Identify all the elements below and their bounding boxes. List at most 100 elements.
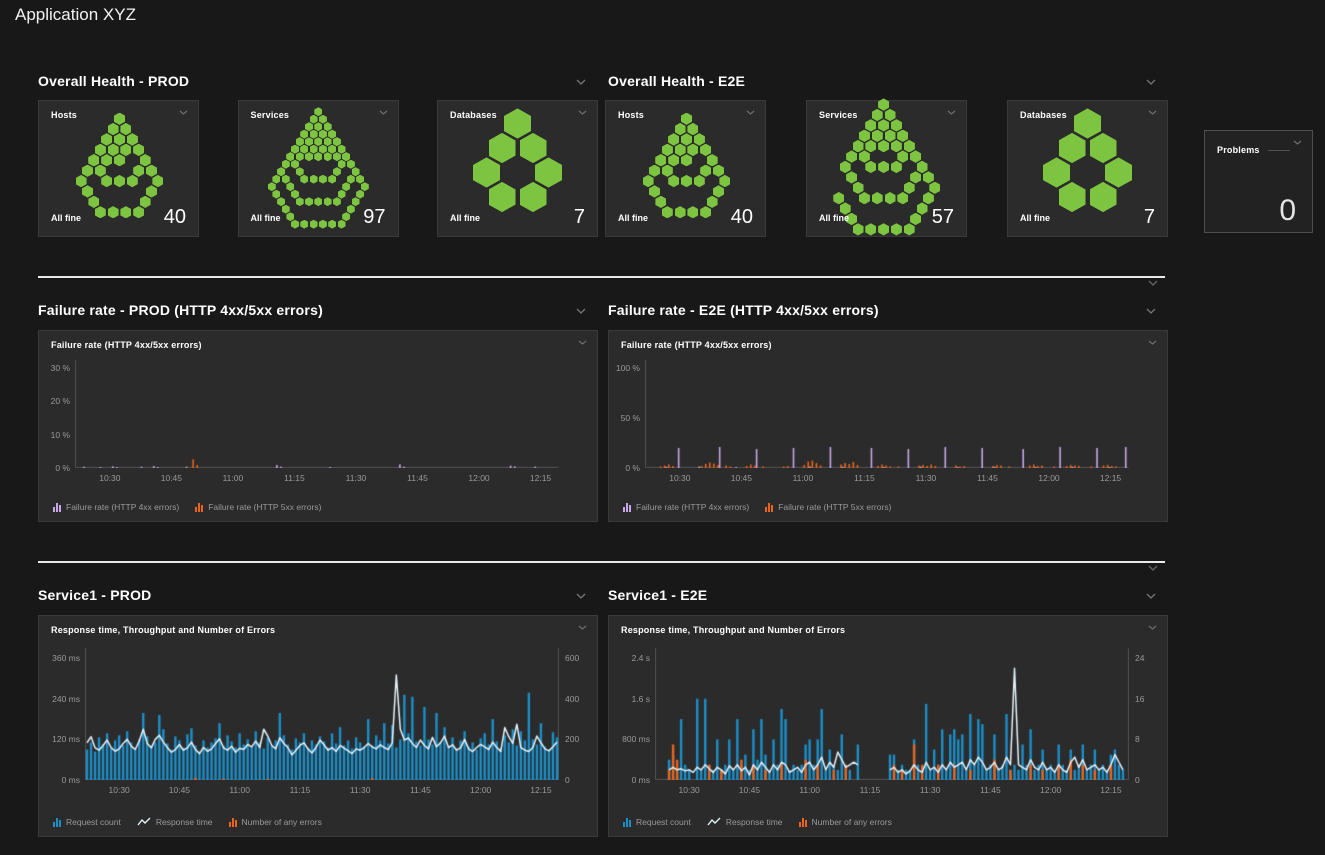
healthy-hexagon[interactable] — [489, 182, 516, 212]
healthy-hexagon[interactable] — [82, 185, 93, 197]
healthy-hexagon[interactable] — [95, 144, 106, 156]
chart-tile-failure-e2e[interactable]: Failure rate (HTTP 4xx/5xx errors) 0 %50… — [608, 330, 1168, 522]
healthy-hexagon[interactable] — [328, 220, 336, 229]
healthy-hexagon[interactable] — [489, 133, 516, 163]
healthy-hexagon[interactable] — [520, 182, 547, 212]
healthy-hexagon[interactable] — [675, 206, 686, 218]
healthy-hexagon[interactable] — [328, 130, 336, 139]
healthy-hexagon[interactable] — [296, 137, 304, 146]
legend-item[interactable]: Response time — [707, 817, 783, 827]
healthy-hexagon[interactable] — [668, 133, 679, 145]
healthy-hexagon[interactable] — [885, 192, 896, 204]
healthy-hexagon[interactable] — [923, 192, 934, 204]
healthy-hexagon[interactable] — [859, 150, 870, 162]
healthy-hexagon[interactable] — [277, 197, 285, 206]
healthy-hexagon[interactable] — [114, 154, 125, 166]
healthy-hexagon[interactable] — [675, 123, 686, 135]
chevron-down-icon[interactable] — [576, 593, 586, 599]
healthy-hexagon[interactable] — [713, 165, 724, 177]
healthy-hexagon[interactable] — [101, 133, 112, 145]
chart-tile-service-e2e[interactable]: Response time, Throughput and Number of … — [608, 615, 1168, 837]
healthy-hexagon[interactable] — [268, 182, 276, 191]
healthy-hexagon[interactable] — [694, 133, 705, 145]
healthy-hexagon[interactable] — [286, 182, 294, 191]
healthy-hexagon[interactable] — [338, 145, 346, 154]
healthy-hexagon[interactable] — [649, 185, 660, 197]
service-e2e-chart[interactable]: 0 ms800 ms1.6 s2.4 s08162410:3010:4511:0… — [655, 646, 1129, 780]
health-tile[interactable]: Databases All fine 7 — [1007, 100, 1168, 237]
chevron-down-icon[interactable] — [179, 110, 188, 115]
healthy-hexagon[interactable] — [681, 175, 692, 187]
healthy-hexagon[interactable] — [314, 197, 322, 206]
healthy-hexagon[interactable] — [356, 175, 364, 184]
healthy-hexagon[interactable] — [668, 175, 679, 187]
healthy-hexagon[interactable] — [694, 175, 705, 187]
healthy-hexagon[interactable] — [310, 175, 318, 184]
healthy-hexagon[interactable] — [917, 202, 928, 214]
healthy-hexagon[interactable] — [296, 197, 304, 206]
failure-rate-prod-chart[interactable]: 0 %10 %20 %30 %10:3010:4511:0011:1511:30… — [75, 358, 559, 468]
healthy-hexagon[interactable] — [291, 190, 299, 199]
legend-item[interactable]: Failure rate (HTTP 4xx errors) — [623, 502, 749, 512]
healthy-hexagon[interactable] — [300, 175, 308, 184]
healthy-hexagon[interactable] — [272, 190, 280, 199]
healthy-hexagon[interactable] — [108, 123, 119, 135]
healthy-hexagon[interactable] — [101, 154, 112, 166]
healthy-hexagon[interactable] — [286, 212, 294, 221]
chevron-down-icon[interactable] — [947, 110, 956, 115]
healthy-hexagon[interactable] — [114, 175, 125, 187]
healthy-hexagon[interactable] — [853, 182, 864, 194]
healthy-hexagon[interactable] — [108, 206, 119, 218]
healthy-hexagon[interactable] — [878, 223, 889, 235]
healthy-hexagon[interactable] — [904, 223, 915, 235]
healthy-hexagon[interactable] — [923, 171, 934, 183]
healthy-hexagon[interactable] — [310, 130, 318, 139]
healthy-hexagon[interactable] — [846, 171, 857, 183]
healthy-hexagon[interactable] — [840, 161, 851, 173]
healthy-hexagon[interactable] — [878, 161, 889, 173]
healthy-hexagon[interactable] — [314, 152, 322, 161]
healthy-hexagon[interactable] — [333, 152, 341, 161]
healthy-hexagon[interactable] — [338, 190, 346, 199]
failure-rate-e2e-chart[interactable]: 0 %50 %100 %10:3010:4511:0011:1511:3011:… — [645, 358, 1129, 468]
healthy-hexagon[interactable] — [314, 122, 322, 131]
chevron-down-icon[interactable] — [746, 110, 755, 115]
healthy-hexagon[interactable] — [681, 133, 692, 145]
healthy-hexagon[interactable] — [319, 130, 327, 139]
healthy-hexagon[interactable] — [878, 140, 889, 152]
healthy-hexagon[interactable] — [347, 205, 355, 214]
healthy-hexagon[interactable] — [305, 197, 313, 206]
healthy-hexagon[interactable] — [520, 133, 547, 163]
healthy-hexagon[interactable] — [655, 196, 666, 208]
healthy-hexagon[interactable] — [662, 144, 673, 156]
chevron-down-icon[interactable] — [1146, 593, 1156, 599]
healthy-hexagon[interactable] — [891, 119, 902, 131]
healthy-hexagon[interactable] — [95, 206, 106, 218]
healthy-hexagon[interactable] — [88, 154, 99, 166]
healthy-hexagon[interactable] — [662, 206, 673, 218]
chevron-down-icon[interactable] — [1146, 79, 1156, 85]
healthy-hexagon[interactable] — [277, 167, 285, 176]
healthy-hexagon[interactable] — [910, 213, 921, 225]
chevron-down-icon[interactable] — [1148, 340, 1157, 345]
healthy-hexagon[interactable] — [707, 196, 718, 208]
healthy-hexagon[interactable] — [291, 220, 299, 229]
healthy-hexagon[interactable] — [917, 161, 928, 173]
healthy-hexagon[interactable] — [1059, 133, 1086, 163]
healthy-hexagon[interactable] — [885, 130, 896, 142]
healthy-hexagon[interactable] — [872, 130, 883, 142]
healthy-hexagon[interactable] — [305, 137, 313, 146]
chevron-down-icon[interactable] — [1148, 565, 1158, 571]
healthy-hexagon[interactable] — [910, 171, 921, 183]
healthy-hexagon[interactable] — [133, 165, 144, 177]
healthy-hexagon[interactable] — [328, 145, 336, 154]
healthy-hexagon[interactable] — [319, 145, 327, 154]
healthy-hexagon[interactable] — [865, 223, 876, 235]
healthy-hexagon[interactable] — [95, 165, 106, 177]
healthy-hexagon[interactable] — [328, 175, 336, 184]
healthy-hexagon[interactable] — [700, 206, 711, 218]
healthy-hexagon[interactable] — [127, 133, 138, 145]
healthy-hexagon[interactable] — [272, 175, 280, 184]
healthy-hexagon[interactable] — [655, 154, 666, 166]
healthy-hexagon[interactable] — [76, 175, 87, 187]
